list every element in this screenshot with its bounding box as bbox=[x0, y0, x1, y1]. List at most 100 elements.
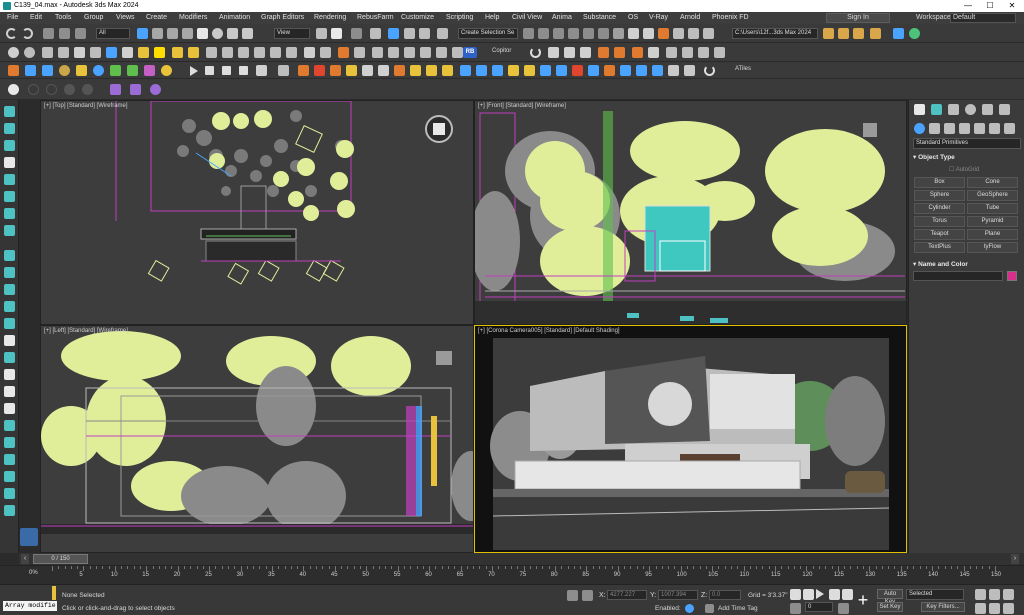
dock-tool-8-icon[interactable] bbox=[4, 225, 15, 236]
menu-modifiers[interactable]: Modifiers bbox=[179, 14, 207, 21]
highlight-icon[interactable] bbox=[154, 47, 165, 58]
instance-icon[interactable] bbox=[372, 47, 383, 58]
name-and-color-rollout[interactable]: ▾ Name and Color bbox=[913, 260, 1021, 271]
group-icon[interactable] bbox=[122, 47, 133, 58]
lamp-icon[interactable] bbox=[188, 47, 199, 58]
x-coordinate-field[interactable]: 4277.227 bbox=[607, 590, 647, 600]
bind-space-warp-icon[interactable] bbox=[75, 28, 86, 39]
time-tag-icon[interactable] bbox=[705, 604, 714, 613]
set-project-icon[interactable] bbox=[853, 28, 864, 39]
layer-explorer-icon[interactable] bbox=[553, 28, 564, 39]
systems-category-icon[interactable] bbox=[1004, 123, 1015, 134]
primitive-type-dropdown[interactable]: Standard Primitives bbox=[913, 138, 1021, 149]
vray-dome-icon[interactable] bbox=[76, 65, 87, 76]
project-folder-icon[interactable] bbox=[823, 28, 834, 39]
viewport-layout-icon[interactable] bbox=[20, 528, 38, 546]
current-frame-field[interactable]: 0 bbox=[805, 602, 833, 612]
light-lister-icon[interactable] bbox=[58, 47, 69, 58]
vray-fur-icon[interactable] bbox=[110, 65, 121, 76]
dock-tool-21-icon[interactable] bbox=[4, 454, 15, 465]
menu-group[interactable]: Group bbox=[84, 14, 103, 21]
dock-tool-24-icon[interactable] bbox=[4, 505, 15, 516]
vray-decal-icon[interactable] bbox=[127, 65, 138, 76]
phoenix-wind-icon[interactable] bbox=[410, 65, 421, 76]
create-tab-icon[interactable] bbox=[914, 104, 925, 115]
vray-proxy-icon[interactable] bbox=[42, 65, 53, 76]
render-setup-icon[interactable] bbox=[628, 28, 639, 39]
phoenix-shader-icon[interactable] bbox=[378, 65, 389, 76]
time-slider-track[interactable]: ‹ 0 / 150 › bbox=[19, 553, 1024, 565]
modify-tab-icon[interactable] bbox=[931, 104, 942, 115]
dock-tool-5-icon[interactable] bbox=[4, 174, 15, 185]
select-move-icon[interactable] bbox=[197, 28, 208, 39]
align-icon[interactable] bbox=[538, 28, 549, 39]
next-frame-icon[interactable] bbox=[829, 589, 840, 600]
wetmap-icon[interactable] bbox=[524, 65, 535, 76]
forest-pack-icon[interactable] bbox=[270, 47, 281, 58]
plane-button[interactable]: Plane bbox=[967, 229, 1018, 240]
tyflow-cache-icon[interactable] bbox=[130, 84, 141, 95]
phoenix-emitter-icon[interactable] bbox=[346, 65, 357, 76]
vray-light-icon[interactable] bbox=[8, 65, 19, 76]
settings-icon[interactable] bbox=[714, 47, 725, 58]
dock-tool-20-icon[interactable] bbox=[4, 437, 15, 448]
isolate-icon[interactable] bbox=[106, 47, 117, 58]
boolean-icon[interactable] bbox=[222, 47, 233, 58]
viewport-front[interactable]: [+] [Front] [Standard] [Wireframe] bbox=[474, 100, 907, 325]
trash-icon[interactable] bbox=[256, 65, 267, 76]
dock-tool-14-icon[interactable] bbox=[4, 335, 15, 346]
track-bar[interactable]: 0% 5 10 15 20 25 30 35 40 45 50 55 60 65 70 75 80 85 90 95… bbox=[0, 565, 1024, 584]
menu-rebusfarm[interactable]: RebusFarm bbox=[357, 14, 394, 21]
autogrid-checkbox[interactable]: ☐ AutoGrid bbox=[949, 166, 979, 173]
goto-end-icon[interactable] bbox=[842, 589, 853, 600]
menu-arnold[interactable]: Arnold bbox=[680, 14, 700, 21]
shop-cart-icon[interactable] bbox=[682, 47, 693, 58]
copitor-label[interactable]: Copitor bbox=[492, 48, 511, 54]
menu-os[interactable]: OS bbox=[628, 14, 638, 21]
vray-cube-icon[interactable] bbox=[25, 65, 36, 76]
workspaces-dropdown[interactable]: Default bbox=[950, 13, 1016, 23]
phoenix-gravity-icon[interactable] bbox=[442, 65, 453, 76]
scene-explorer-icon[interactable] bbox=[893, 28, 904, 39]
set-key-button[interactable]: Set Key bbox=[877, 602, 903, 612]
key-mode-icon[interactable] bbox=[790, 603, 801, 614]
rectangular-selection-icon[interactable] bbox=[167, 28, 178, 39]
teapot-button[interactable]: Teapot bbox=[914, 229, 965, 240]
foam-icon[interactable] bbox=[492, 65, 503, 76]
dock-tool-17-icon[interactable] bbox=[4, 386, 15, 397]
utilities-tab-icon[interactable] bbox=[999, 104, 1010, 115]
dock-tool-9-icon[interactable] bbox=[4, 250, 15, 261]
material-sphere-icon[interactable] bbox=[8, 47, 19, 58]
tyflow-icon[interactable] bbox=[110, 84, 121, 95]
sun-position-icon[interactable] bbox=[172, 47, 183, 58]
menu-file[interactable]: File bbox=[7, 14, 18, 21]
scatter-icon[interactable] bbox=[238, 47, 249, 58]
angle-snap-icon[interactable] bbox=[388, 28, 399, 39]
render-production-icon[interactable] bbox=[658, 28, 669, 39]
phoenix-simulator-icon[interactable] bbox=[330, 65, 341, 76]
zoom-extents-icon[interactable] bbox=[1003, 589, 1014, 600]
smoke-icon[interactable] bbox=[354, 47, 365, 58]
library-icon[interactable] bbox=[698, 47, 709, 58]
moon-icon[interactable] bbox=[530, 47, 541, 58]
menu-civil-view[interactable]: Civil View bbox=[512, 14, 542, 21]
tube-button[interactable]: Tube bbox=[967, 203, 1018, 214]
pfx-icon[interactable] bbox=[540, 65, 551, 76]
object-type-rollout[interactable]: ▾ Object Type bbox=[913, 153, 1021, 164]
freeze-icon[interactable] bbox=[90, 47, 101, 58]
light-icon[interactable] bbox=[138, 47, 149, 58]
key-filters-button[interactable]: Key Filters... bbox=[921, 602, 965, 612]
space-warps-category-icon[interactable] bbox=[989, 123, 1000, 134]
a360-gallery-icon[interactable] bbox=[703, 28, 714, 39]
tyflow-preview-icon[interactable] bbox=[150, 84, 161, 95]
lights-category-icon[interactable] bbox=[944, 123, 955, 134]
dock-tool-23-icon[interactable] bbox=[4, 488, 15, 499]
move-tool-icon[interactable] bbox=[304, 47, 315, 58]
render-iterative-icon[interactable] bbox=[673, 28, 684, 39]
extrude-icon[interactable] bbox=[206, 47, 217, 58]
mirror-icon[interactable] bbox=[523, 28, 534, 39]
key-selection-dropdown[interactable]: Selected bbox=[906, 589, 964, 600]
object-name-input[interactable] bbox=[913, 271, 1003, 281]
maxscript-listener[interactable]: Array modifie bbox=[3, 601, 57, 611]
snaps-toggle-icon[interactable] bbox=[370, 28, 381, 39]
